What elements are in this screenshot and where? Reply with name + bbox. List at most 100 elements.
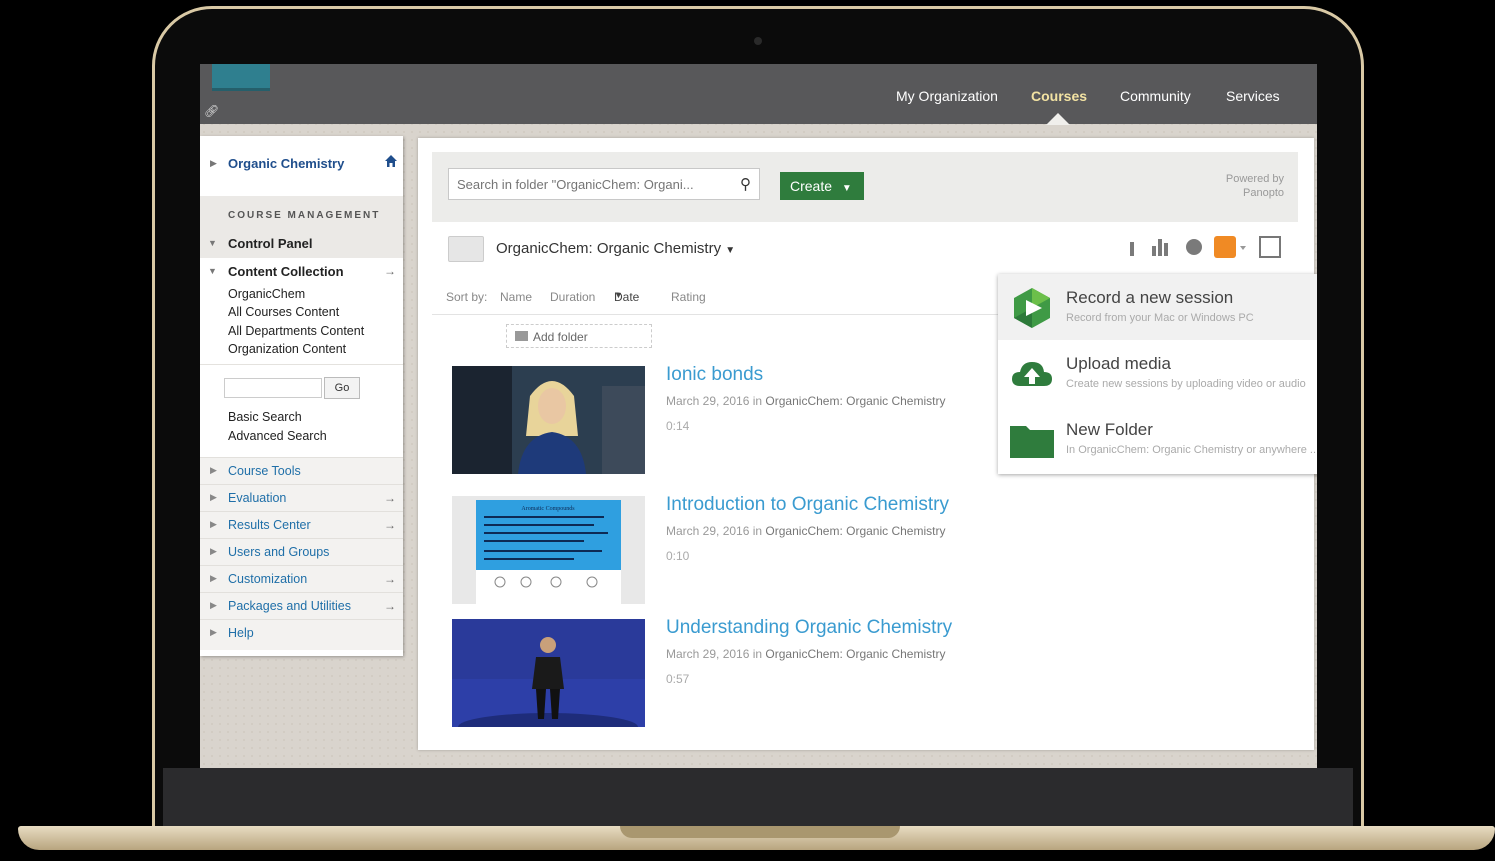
session-row: Aromatic Compounds Introduction to Organ… — [452, 494, 1152, 606]
screen: 🔗︎ My Organization Courses Community Ser… — [200, 64, 1317, 768]
expand-icon: ▶ — [210, 573, 217, 583]
arrow-right-icon[interactable]: → — [384, 518, 396, 532]
brand-flag[interactable] — [212, 64, 270, 91]
sidebar-search-input[interactable] — [224, 378, 322, 398]
arrow-right-icon[interactable]: → — [384, 491, 396, 505]
session-thumbnail[interactable] — [452, 619, 645, 727]
sort-by-label: Sort by: — [446, 290, 488, 304]
sidebar-item-results-center[interactable]: ▶ Results Center → — [200, 511, 403, 539]
control-panel[interactable]: Control Panel — [228, 236, 313, 251]
collection-item-organization[interactable]: Organization Content — [228, 342, 346, 356]
folder-icon — [1010, 426, 1054, 458]
sort-duration[interactable]: Duration — [550, 290, 595, 304]
session-date: March 29, 2016 — [666, 524, 750, 538]
search-box[interactable]: ⚲ — [448, 168, 760, 200]
menu-item-new-folder[interactable]: New Folder In OrganicChem: Organic Chemi… — [998, 406, 1317, 472]
rss-icon[interactable] — [1214, 236, 1236, 258]
basic-search-link[interactable]: Basic Search — [228, 410, 302, 424]
create-button[interactable]: Create ▼ — [780, 172, 864, 200]
session-title[interactable]: Ionic bonds — [666, 364, 763, 386]
menu-item-upload-media[interactable]: Upload media Create new sessions by uplo… — [998, 340, 1317, 406]
arrow-right-icon[interactable]: → — [384, 264, 396, 278]
nav-services[interactable]: Services — [1226, 88, 1280, 104]
search-input[interactable] — [449, 169, 729, 199]
session-in: in — [752, 524, 763, 538]
sidebar-item-label: Results Center — [228, 518, 311, 532]
active-nav-caret — [1046, 113, 1070, 125]
panopto-panel: ⚲ Create ▼ Powered by Panopto OrganicChe… — [418, 138, 1317, 750]
session-folder[interactable]: OrganicChem: Organic Chemistry — [765, 394, 945, 408]
sidebar-item-help[interactable]: ▶ Help — [200, 619, 403, 650]
nav-courses[interactable]: Courses — [1031, 88, 1087, 104]
rss-caret-icon[interactable] — [1240, 246, 1246, 250]
folder-name[interactable]: OrganicChem: Organic Chemistry ▼ — [496, 240, 735, 257]
home-icon[interactable] — [384, 154, 398, 168]
session-meta: March 29, 2016 in OrganicChem: Organic C… — [666, 394, 945, 408]
content-collection[interactable]: Content Collection — [228, 264, 344, 279]
folder-name-text: OrganicChem: Organic Chemistry — [496, 240, 722, 257]
session-in: in — [752, 647, 763, 661]
powered-by: Powered by Panopto — [1225, 173, 1284, 199]
sidebar-item-label: Customization — [228, 572, 308, 586]
slide-title: Aromatic Compounds — [521, 506, 575, 512]
advanced-search-link[interactable]: Advanced Search — [228, 429, 327, 443]
top-bar: 🔗︎ My Organization Courses Community Ser… — [200, 64, 1317, 124]
add-folder-button[interactable]: Add folder — [506, 324, 652, 348]
session-folder[interactable]: OrganicChem: Organic Chemistry — [765, 647, 945, 661]
collection-item-organicchem[interactable]: OrganicChem — [228, 287, 305, 301]
record-icon — [1014, 288, 1050, 328]
session-date: March 29, 2016 — [666, 394, 750, 408]
menu-item-record-session[interactable]: Record a new session Record from your Ma… — [998, 274, 1317, 340]
collapse-icon[interactable]: ▼ — [208, 238, 217, 248]
menu-item-title: Upload media — [1066, 354, 1171, 373]
session-in: in — [752, 394, 763, 408]
collapse-icon[interactable]: ▼ — [208, 266, 217, 276]
add-folder-label: Add folder — [533, 330, 588, 344]
collection-item-all-courses[interactable]: All Courses Content — [228, 305, 339, 319]
expand-icon: ▶ — [210, 492, 217, 502]
course-title[interactable]: Organic Chemistry — [228, 156, 344, 171]
sidebar-item-customization[interactable]: ▶ Customization → — [200, 565, 403, 593]
sidebar-item-course-tools[interactable]: ▶ Course Tools — [200, 457, 403, 485]
session-thumbnail[interactable]: Aromatic Compounds — [452, 496, 645, 604]
session-duration: 0:57 — [666, 672, 690, 686]
sidebar-item-label: Evaluation — [228, 491, 287, 505]
sidebar-item-users-and-groups[interactable]: ▶ Users and Groups — [200, 538, 403, 566]
expand-icon: ▶ — [210, 465, 217, 475]
session-meta: March 29, 2016 in OrganicChem: Organic C… — [666, 524, 945, 538]
laptop-base-notch — [620, 826, 900, 838]
sort-rating[interactable]: Rating — [671, 290, 706, 304]
caret-down-icon: ▼ — [614, 290, 623, 300]
create-label: Create — [790, 178, 833, 194]
search-icon[interactable]: ⚲ — [740, 175, 751, 193]
expand-icon: ▶ — [210, 519, 217, 529]
sidebar-item-packages-and-utilities[interactable]: ▶ Packages and Utilities → — [200, 592, 403, 620]
link-icon[interactable]: 🔗︎ — [204, 104, 219, 118]
external-link-icon[interactable] — [1259, 236, 1281, 258]
camera — [754, 37, 762, 45]
session-title[interactable]: Introduction to Organic Chemistry — [666, 494, 949, 516]
go-button[interactable]: Go — [324, 377, 360, 399]
person-icon[interactable] — [1130, 242, 1134, 256]
session-duration: 0:14 — [666, 419, 690, 433]
menu-item-subtitle: Record from your Mac or Windows PC — [1066, 312, 1254, 324]
toolbar-icons — [1130, 236, 1281, 258]
menu-item-subtitle: In OrganicChem: Organic Chemistry or any… — [1066, 444, 1317, 456]
collection-item-all-departments[interactable]: All Departments Content — [228, 324, 364, 338]
menu-item-title: New Folder — [1066, 420, 1153, 439]
expand-icon: ▶ — [210, 546, 217, 556]
session-title[interactable]: Understanding Organic Chemistry — [666, 617, 952, 639]
arrow-right-icon[interactable]: → — [384, 599, 396, 613]
arrow-right-icon[interactable]: → — [384, 572, 396, 586]
add-folder-icon — [515, 331, 528, 341]
sort-name[interactable]: Name — [500, 290, 532, 304]
session-thumbnail[interactable] — [452, 366, 645, 474]
expand-icon[interactable]: ▶ — [210, 158, 217, 169]
nav-my-organization[interactable]: My Organization — [896, 88, 998, 104]
nav-community[interactable]: Community — [1120, 88, 1191, 104]
caret-down-icon: ▼ — [841, 183, 852, 194]
sidebar-item-evaluation[interactable]: ▶ Evaluation → — [200, 484, 403, 512]
gear-icon[interactable] — [1186, 239, 1202, 255]
stats-icon[interactable] — [1152, 239, 1168, 256]
session-folder[interactable]: OrganicChem: Organic Chemistry — [765, 524, 945, 538]
